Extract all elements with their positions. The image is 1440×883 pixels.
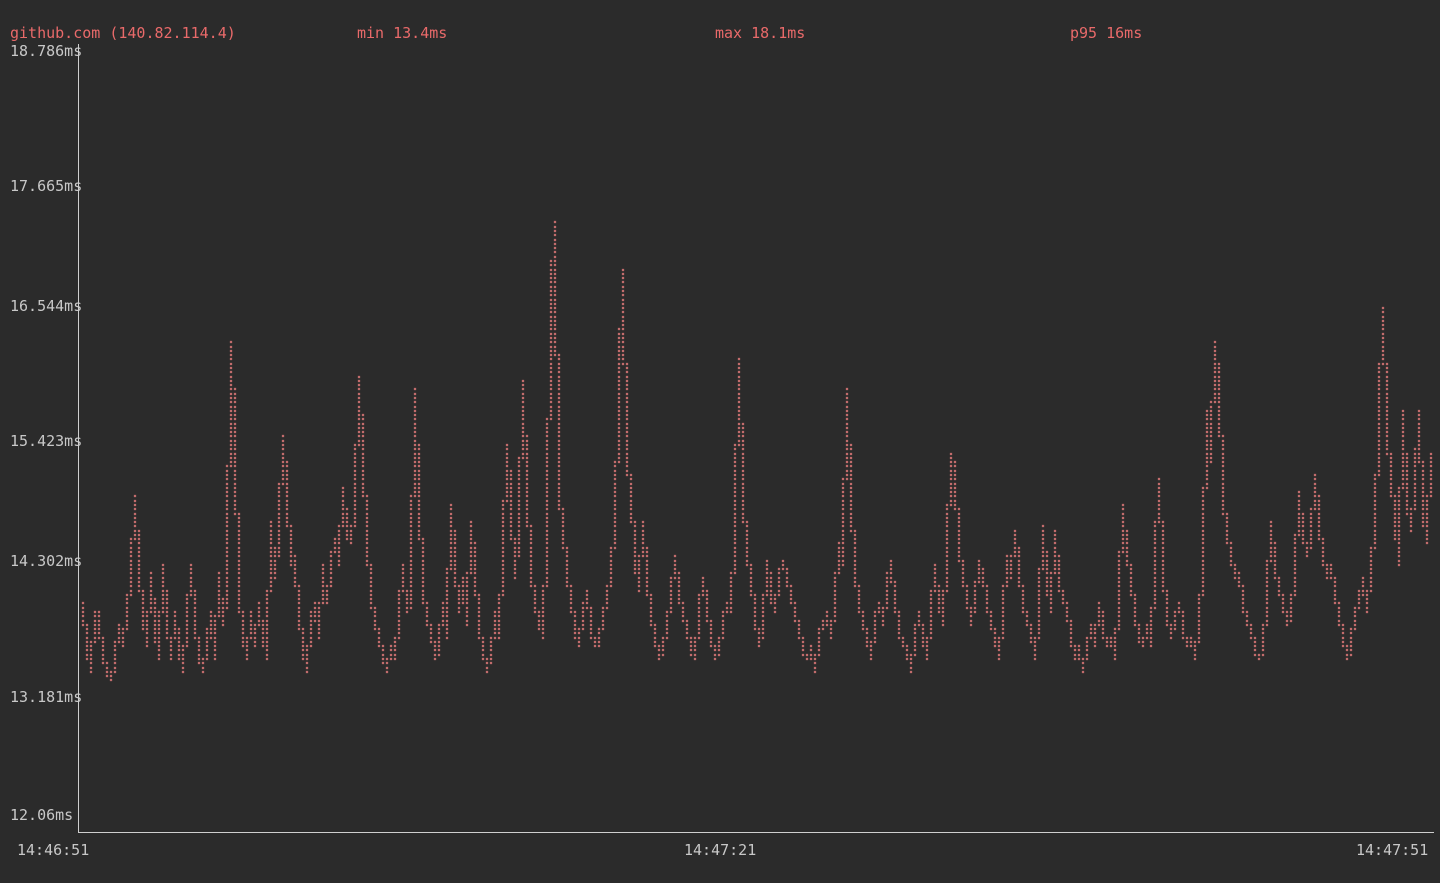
gping-terminal-screen: github.com (140.82.114.4) min 13.4ms max… bbox=[0, 0, 1440, 883]
latency-chart-canvas bbox=[0, 0, 1440, 883]
